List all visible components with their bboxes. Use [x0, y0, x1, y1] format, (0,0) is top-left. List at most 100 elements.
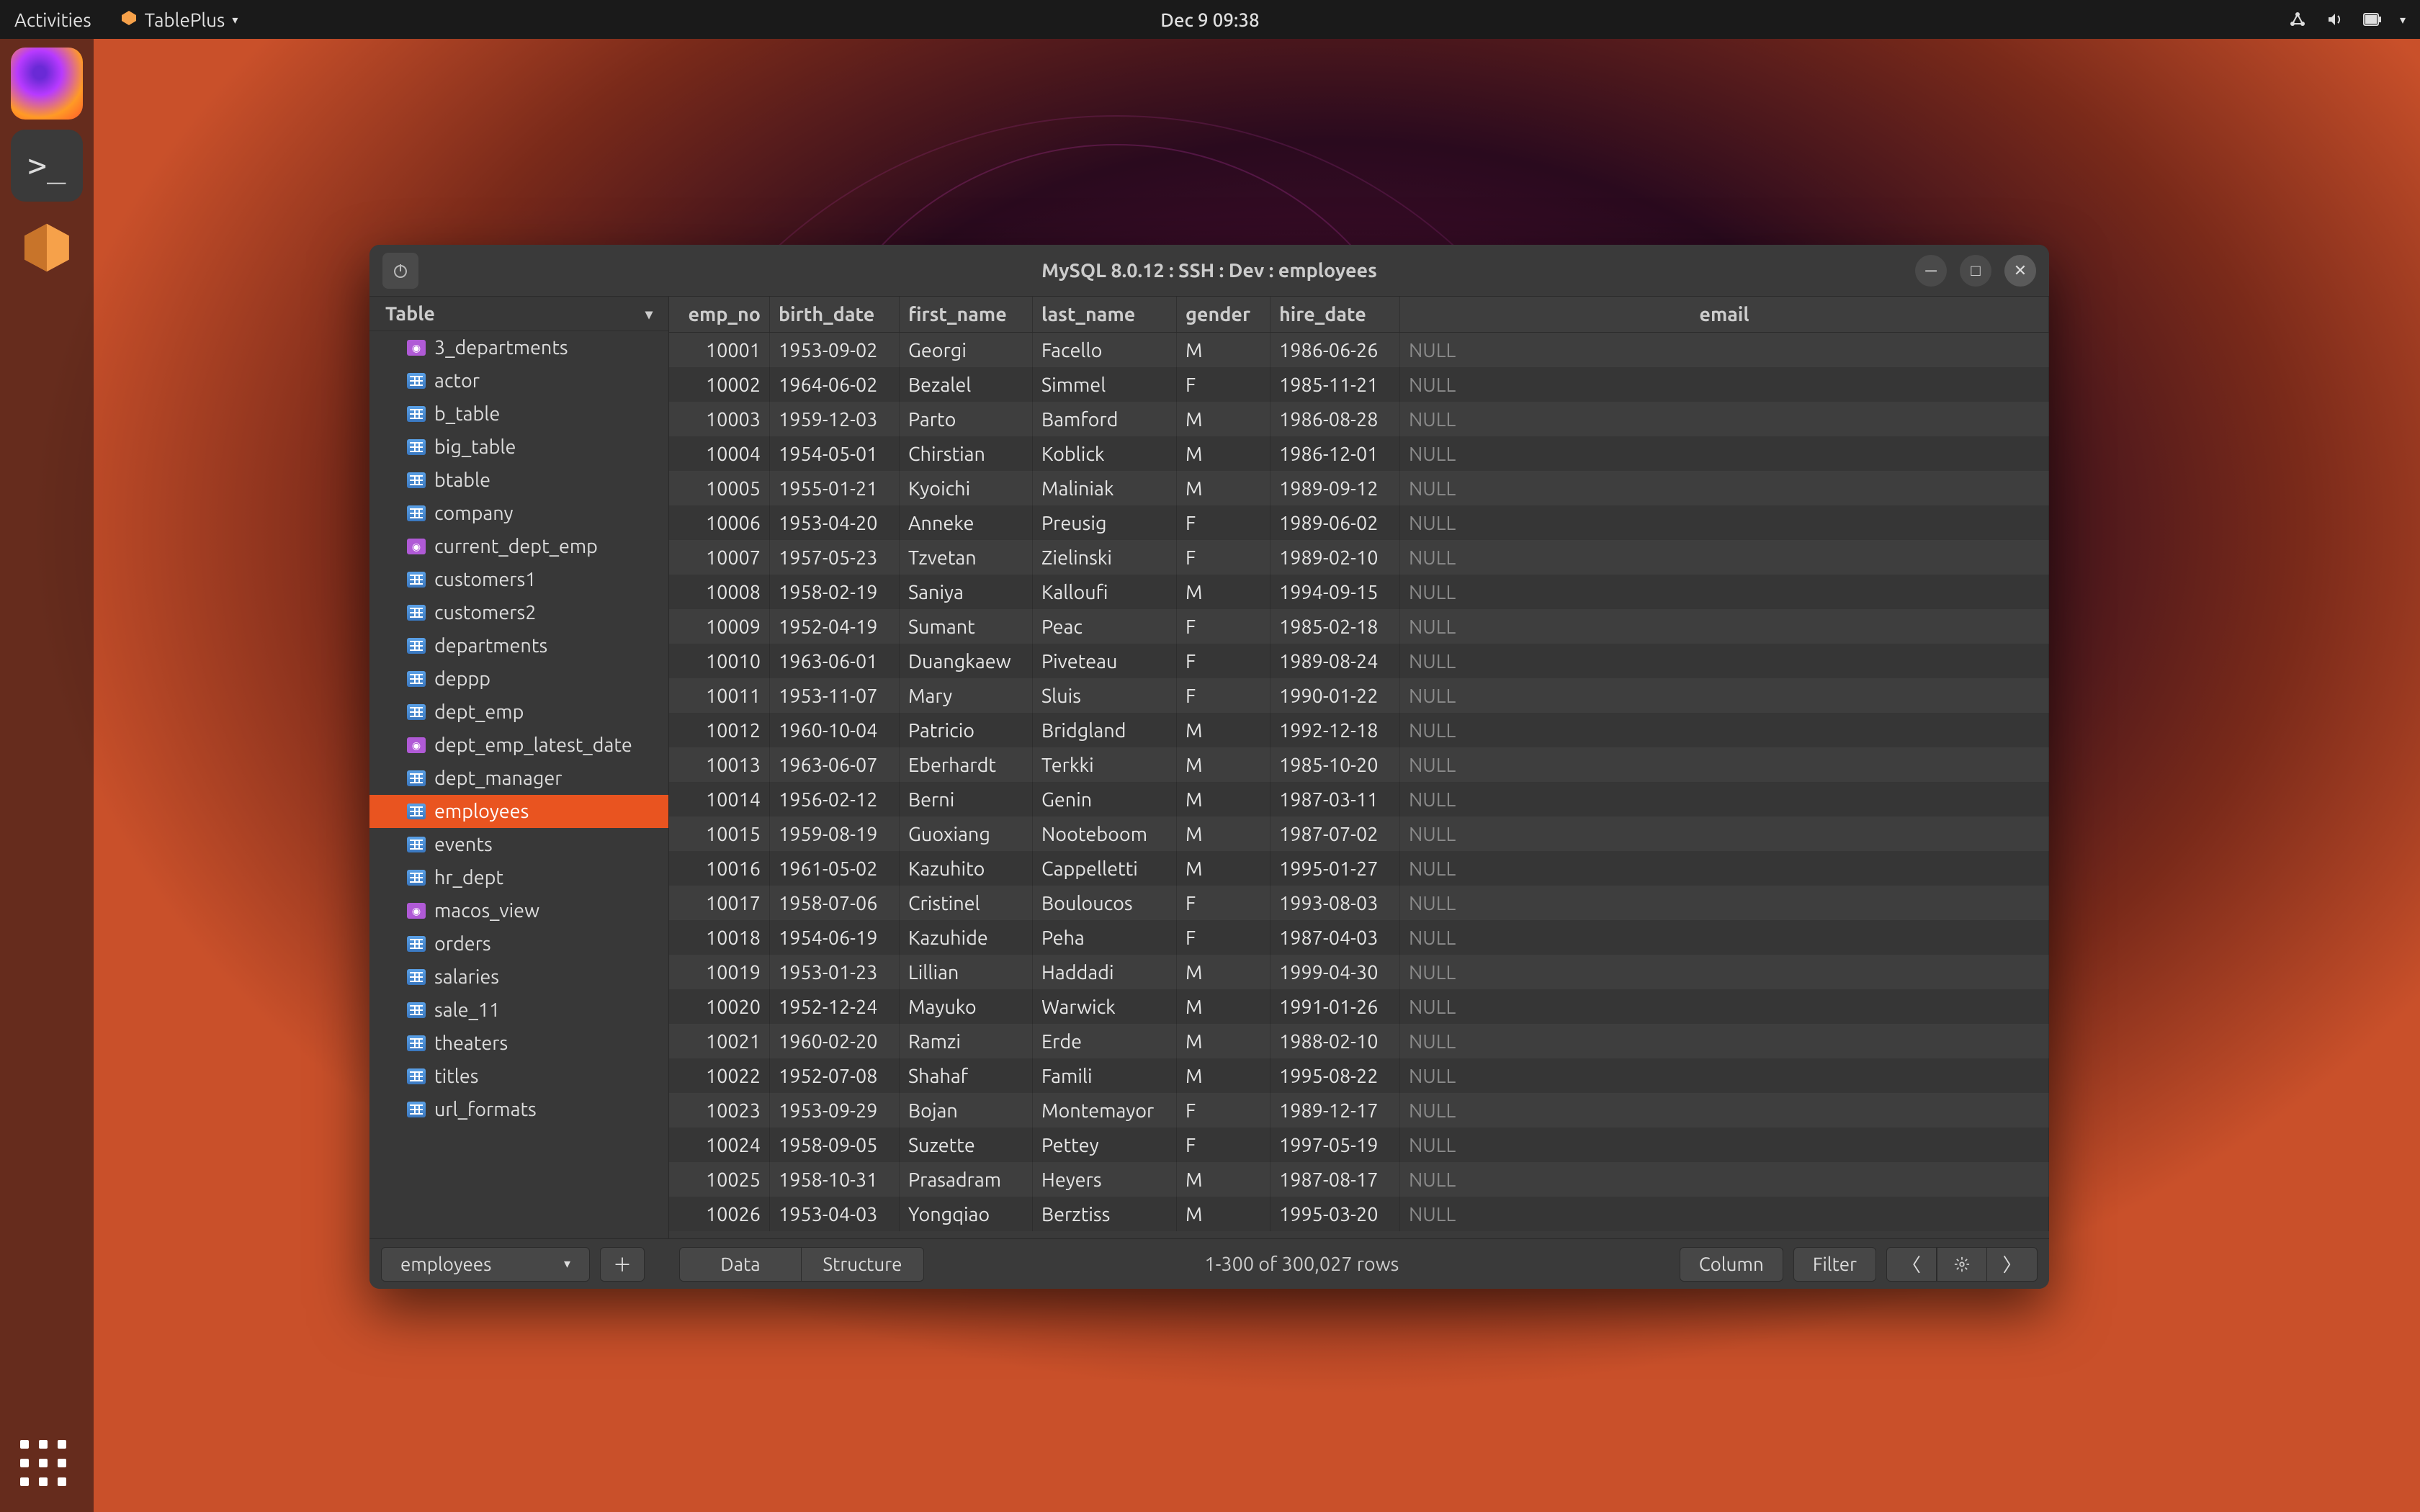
table-row[interactable]: 100201952-12-24MayukoWarwickM1991-01-26N…: [669, 989, 2049, 1024]
cell-emp_no[interactable]: 10011: [669, 678, 770, 713]
cell-gender[interactable]: F: [1177, 886, 1270, 920]
sidebar-item-deppp[interactable]: deppp: [369, 662, 668, 696]
cell-first_name[interactable]: Guoxiang: [900, 816, 1033, 851]
cell-gender[interactable]: M: [1177, 989, 1270, 1024]
cell-gender[interactable]: M: [1177, 471, 1270, 505]
prev-page-button[interactable]: 〈: [1886, 1247, 1937, 1282]
table-row[interactable]: 100071957-05-23TzvetanZielinskiF1989-02-…: [669, 540, 2049, 575]
cell-first_name[interactable]: Patricio: [900, 713, 1033, 747]
table-row[interactable]: 100101963-06-01DuangkaewPiveteauF1989-08…: [669, 644, 2049, 678]
table-row[interactable]: 100151959-08-19GuoxiangNooteboomM1987-07…: [669, 816, 2049, 851]
cell-first_name[interactable]: Suzette: [900, 1128, 1033, 1162]
cell-gender[interactable]: M: [1177, 402, 1270, 436]
table-row[interactable]: 100251958-10-31PrasadramHeyersM1987-08-1…: [669, 1162, 2049, 1197]
dock-item-terminal[interactable]: >_: [11, 130, 83, 202]
cell-email[interactable]: NULL: [1400, 436, 2049, 471]
cell-first_name[interactable]: Chirstian: [900, 436, 1033, 471]
cell-first_name[interactable]: Lillian: [900, 955, 1033, 989]
cell-gender[interactable]: M: [1177, 955, 1270, 989]
cell-last_name[interactable]: Nooteboom: [1033, 816, 1177, 851]
table-row[interactable]: 100241958-09-05SuzettePetteyF1997-05-19N…: [669, 1128, 2049, 1162]
cell-email[interactable]: NULL: [1400, 816, 2049, 851]
cell-first_name[interactable]: Anneke: [900, 505, 1033, 540]
cell-emp_no[interactable]: 10005: [669, 471, 770, 505]
cell-gender[interactable]: M: [1177, 851, 1270, 886]
table-row[interactable]: 100181954-06-19KazuhidePehaF1987-04-03NU…: [669, 920, 2049, 955]
table-row[interactable]: 100061953-04-20AnnekePreusigF1989-06-02N…: [669, 505, 2049, 540]
cell-last_name[interactable]: Genin: [1033, 782, 1177, 816]
cell-email[interactable]: NULL: [1400, 644, 2049, 678]
table-row[interactable]: 100011953-09-02GeorgiFacelloM1986-06-26N…: [669, 333, 2049, 367]
cell-gender[interactable]: F: [1177, 678, 1270, 713]
cell-last_name[interactable]: Erde: [1033, 1024, 1177, 1058]
cell-last_name[interactable]: Warwick: [1033, 989, 1177, 1024]
cell-first_name[interactable]: Mary: [900, 678, 1033, 713]
cell-hire_date[interactable]: 1989-12-17: [1270, 1093, 1400, 1128]
power-button[interactable]: [382, 253, 418, 289]
column-header-birth_date[interactable]: birth_date: [770, 297, 900, 332]
cell-first_name[interactable]: Bezalel: [900, 367, 1033, 402]
cell-emp_no[interactable]: 10019: [669, 955, 770, 989]
cell-hire_date[interactable]: 1993-08-03: [1270, 886, 1400, 920]
cell-email[interactable]: NULL: [1400, 851, 2049, 886]
cell-birth_date[interactable]: 1961-05-02: [770, 851, 900, 886]
cell-birth_date[interactable]: 1958-10-31: [770, 1162, 900, 1197]
table-row[interactable]: 100051955-01-21KyoichiMaliniakM1989-09-1…: [669, 471, 2049, 505]
cell-gender[interactable]: F: [1177, 644, 1270, 678]
cell-birth_date[interactable]: 1953-04-03: [770, 1197, 900, 1231]
cell-first_name[interactable]: Georgi: [900, 333, 1033, 367]
cell-email[interactable]: NULL: [1400, 713, 2049, 747]
cell-emp_no[interactable]: 10008: [669, 575, 770, 609]
cell-gender[interactable]: F: [1177, 540, 1270, 575]
table-row[interactable]: 100261953-04-03YongqiaoBerztissM1995-03-…: [669, 1197, 2049, 1231]
table-list[interactable]: 3_departmentsactorb_tablebig_tablebtable…: [369, 331, 668, 1238]
cell-last_name[interactable]: Koblick: [1033, 436, 1177, 471]
cell-hire_date[interactable]: 1989-08-24: [1270, 644, 1400, 678]
cell-email[interactable]: NULL: [1400, 1197, 2049, 1231]
column-button[interactable]: Column: [1680, 1247, 1783, 1282]
cell-hire_date[interactable]: 1995-08-22: [1270, 1058, 1400, 1093]
cell-last_name[interactable]: Peha: [1033, 920, 1177, 955]
sidebar-item-macos_view[interactable]: macos_view: [369, 894, 668, 927]
cell-hire_date[interactable]: 1988-02-10: [1270, 1024, 1400, 1058]
tab-data[interactable]: Data: [679, 1247, 802, 1282]
cell-emp_no[interactable]: 10024: [669, 1128, 770, 1162]
sidebar-item-dept_emp_latest_date[interactable]: dept_emp_latest_date: [369, 729, 668, 762]
table-row[interactable]: 100021964-06-02BezalelSimmelF1985-11-21N…: [669, 367, 2049, 402]
sidebar-header[interactable]: Table ▾: [369, 297, 668, 331]
close-button[interactable]: ✕: [2004, 255, 2036, 287]
table-row[interactable]: 100041954-05-01ChirstianKoblickM1986-12-…: [669, 436, 2049, 471]
cell-first_name[interactable]: Parto: [900, 402, 1033, 436]
column-header-gender[interactable]: gender: [1177, 297, 1270, 332]
cell-email[interactable]: NULL: [1400, 575, 2049, 609]
sidebar-item-dept_emp[interactable]: dept_emp: [369, 696, 668, 729]
cell-first_name[interactable]: Eberhardt: [900, 747, 1033, 782]
cell-first_name[interactable]: Ramzi: [900, 1024, 1033, 1058]
cell-birth_date[interactable]: 1954-05-01: [770, 436, 900, 471]
cell-email[interactable]: NULL: [1400, 678, 2049, 713]
table-row[interactable]: 100171958-07-06CristinelBouloucosF1993-0…: [669, 886, 2049, 920]
cell-first_name[interactable]: Cristinel: [900, 886, 1033, 920]
cell-hire_date[interactable]: 1987-03-11: [1270, 782, 1400, 816]
sidebar-item-hr_dept[interactable]: hr_dept: [369, 861, 668, 894]
cell-birth_date[interactable]: 1953-09-29: [770, 1093, 900, 1128]
table-row[interactable]: 100081958-02-19SaniyaKalloufiM1994-09-15…: [669, 575, 2049, 609]
cell-gender[interactable]: F: [1177, 920, 1270, 955]
cell-last_name[interactable]: Bouloucos: [1033, 886, 1177, 920]
cell-email[interactable]: NULL: [1400, 1093, 2049, 1128]
cell-gender[interactable]: F: [1177, 505, 1270, 540]
cell-last_name[interactable]: Sluis: [1033, 678, 1177, 713]
grid-header[interactable]: emp_nobirth_datefirst_namelast_namegende…: [669, 297, 2049, 333]
cell-hire_date[interactable]: 1994-09-15: [1270, 575, 1400, 609]
table-row[interactable]: 100221952-07-08ShahafFamiliM1995-08-22NU…: [669, 1058, 2049, 1093]
cell-email[interactable]: NULL: [1400, 1128, 2049, 1162]
cell-gender[interactable]: M: [1177, 333, 1270, 367]
table-row[interactable]: 100211960-02-20RamziErdeM1988-02-10NULL: [669, 1024, 2049, 1058]
cell-hire_date[interactable]: 1989-09-12: [1270, 471, 1400, 505]
cell-hire_date[interactable]: 1985-10-20: [1270, 747, 1400, 782]
cell-hire_date[interactable]: 1992-12-18: [1270, 713, 1400, 747]
cell-birth_date[interactable]: 1959-08-19: [770, 816, 900, 851]
cell-hire_date[interactable]: 1986-12-01: [1270, 436, 1400, 471]
minimize-button[interactable]: ─: [1915, 255, 1947, 287]
cell-birth_date[interactable]: 1959-12-03: [770, 402, 900, 436]
